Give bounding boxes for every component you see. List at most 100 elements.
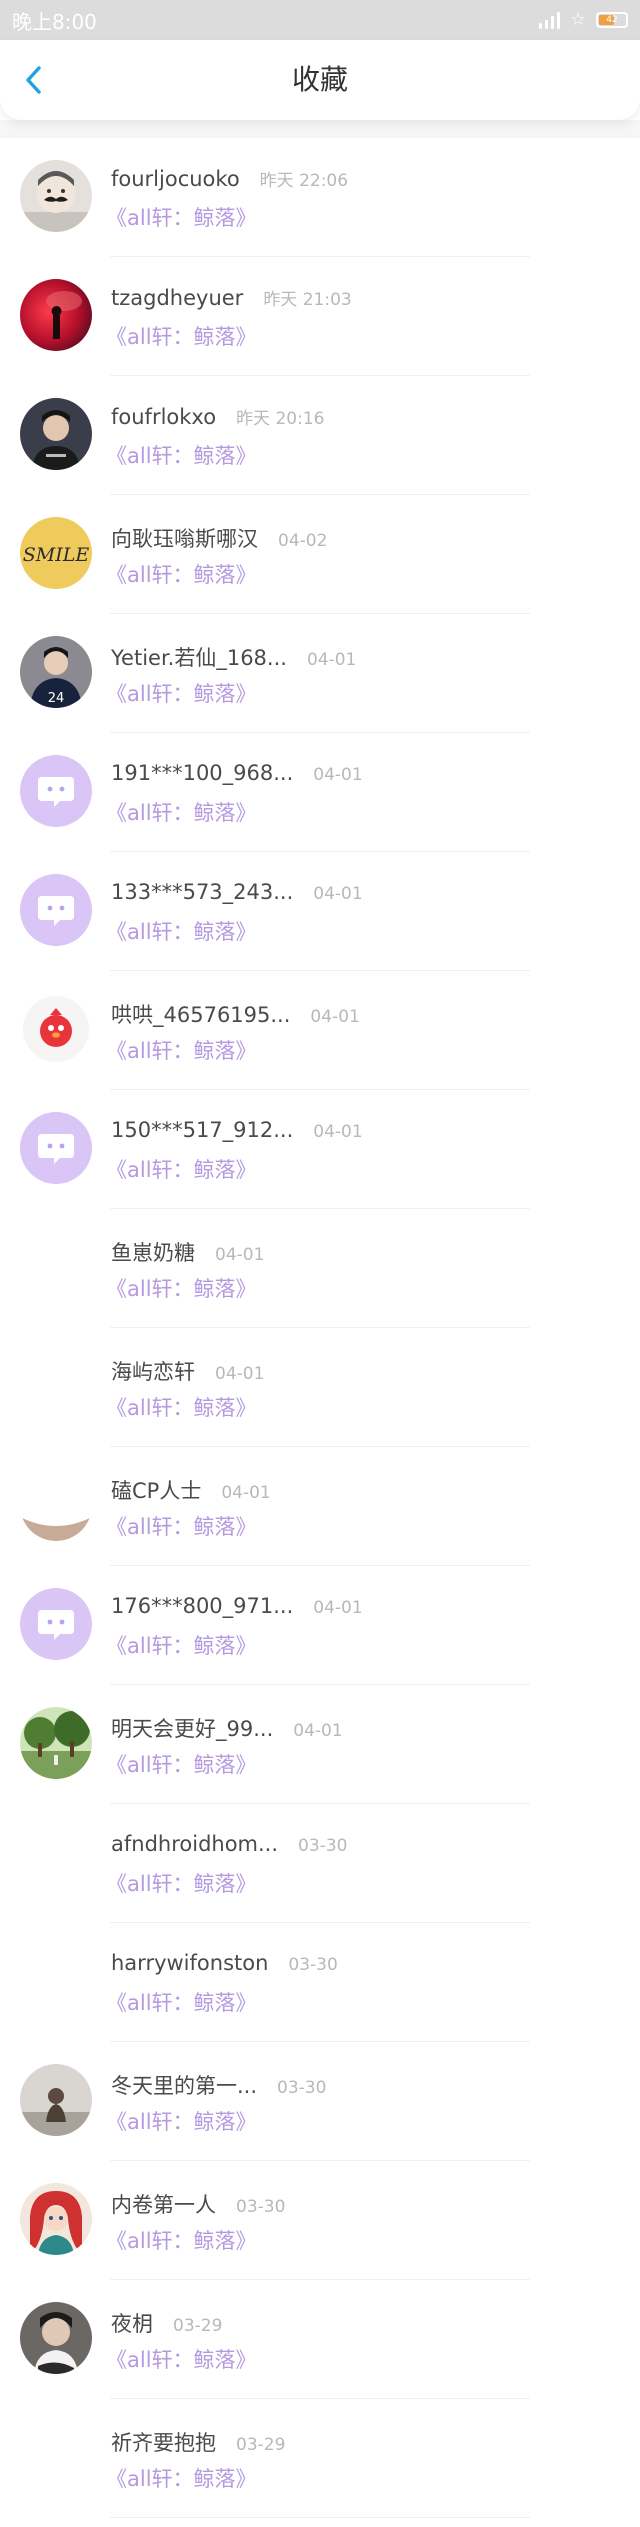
favorite-item[interactable]: 内卷第一人 03-30 《all轩：鲸落》 — [0, 2161, 640, 2280]
work-title[interactable]: 《all轩：鲸落》 — [106, 678, 257, 708]
work-title[interactable]: 《all轩：鲸落》 — [106, 797, 257, 827]
avatar[interactable] — [20, 1112, 92, 1184]
avatar[interactable] — [20, 160, 92, 232]
work-title[interactable]: 《all轩：鲸落》 — [106, 1511, 257, 1541]
work-title[interactable]: 《all轩：鲸落》 — [106, 916, 257, 946]
work-title[interactable]: 《all轩：鲸落》 — [106, 1987, 257, 2017]
item-header: 133***573_243... 04-01 — [111, 880, 363, 904]
item-header: 冬天里的第一... 03-30 — [111, 2070, 326, 2100]
timestamp: 04-01 — [313, 765, 363, 785]
item-header: harrywifonston 03-30 — [111, 1951, 338, 1975]
work-title[interactable]: 《all轩：鲸落》 — [106, 2463, 257, 2493]
timestamp: 03-29 — [173, 2316, 223, 2336]
avatar[interactable] — [20, 1826, 92, 1898]
username[interactable]: 向耿珏嗡斯哪汉 — [111, 523, 258, 553]
favorite-item[interactable]: afndhroidhom... 03-30 《all轩：鲸落》 — [0, 1804, 640, 1923]
avatar[interactable]: SMILE — [20, 517, 92, 589]
work-title[interactable]: 《all轩：鲸落》 — [106, 2225, 257, 2255]
avatar[interactable] — [20, 398, 92, 470]
item-header: foufrlokxo 昨天 20:16 — [111, 404, 324, 429]
favorite-item[interactable]: 明天会更好_99... 04-01 《all轩：鲸落》 — [0, 1685, 640, 1804]
username[interactable]: 明天会更好_99... — [111, 1713, 273, 1743]
avatar[interactable] — [20, 1469, 92, 1541]
work-title[interactable]: 《all轩：鲸落》 — [106, 1035, 257, 1065]
username[interactable]: harrywifonston — [111, 1951, 268, 1975]
avatar[interactable]: 24 — [20, 636, 92, 708]
username[interactable]: afndhroidhom... — [111, 1832, 278, 1856]
username[interactable]: 冬天里的第一... — [111, 2070, 257, 2100]
favorite-item[interactable]: 冬天里的第一... 03-30 《all轩：鲸落》 — [0, 2042, 640, 2161]
username[interactable]: 191***100_968... — [111, 761, 293, 785]
timestamp: 04-01 — [221, 1483, 271, 1503]
work-title[interactable]: 《all轩：鲸落》 — [106, 1630, 257, 1660]
avatar[interactable] — [20, 1707, 92, 1779]
work-title[interactable]: 《all轩：鲸落》 — [106, 1273, 257, 1303]
username[interactable]: foufrlokxo — [111, 405, 216, 429]
favorite-item[interactable]: 24 Yetier.若仙_168... 04-01 《all轩：鲸落》 — [0, 614, 640, 733]
work-title[interactable]: 《all轩：鲸落》 — [106, 440, 257, 470]
favorite-item[interactable]: 191***100_968... 04-01 《all轩：鲸落》 — [0, 733, 640, 852]
work-title[interactable]: 《all轩：鲸落》 — [106, 2106, 257, 2136]
username[interactable]: 哄哄_46576195... — [111, 999, 290, 1029]
page-title: 收藏 — [291, 63, 348, 96]
item-header: fourljocuoko 昨天 22:06 — [111, 166, 348, 191]
favorite-item[interactable]: 150***517_912... 04-01 《all轩：鲸落》 — [0, 1090, 640, 1209]
avatar[interactable] — [20, 1588, 92, 1660]
favorite-item[interactable]: 鱼崽奶糖 04-01 《all轩：鲸落》 — [0, 1209, 640, 1328]
work-title[interactable]: 《all轩：鲸落》 — [106, 1868, 257, 1898]
favorite-item[interactable]: SMILE 向耿珏嗡斯哪汉 04-02 《all轩：鲸落》 — [0, 495, 640, 614]
username[interactable]: Yetier.若仙_168... — [111, 642, 287, 672]
avatar[interactable] — [20, 2183, 92, 2255]
username[interactable]: 176***800_971... — [111, 1594, 293, 1618]
svg-text:SMILE: SMILE — [23, 544, 90, 566]
item-header: 鱼崽奶糖 04-01 — [111, 1237, 264, 1267]
favorite-item[interactable]: foufrlokxo 昨天 20:16 《all轩：鲸落》 — [0, 376, 640, 495]
username[interactable]: fourljocuoko — [111, 167, 240, 191]
item-header: 祈齐要抱抱 03-29 — [111, 2427, 285, 2457]
username[interactable]: 夜枂 — [111, 2308, 153, 2338]
username[interactable]: 磕CP人士 — [111, 1475, 201, 1505]
work-title[interactable]: 《all轩：鲸落》 — [106, 321, 257, 351]
username[interactable]: 133***573_243... — [111, 880, 293, 904]
username[interactable]: 内卷第一人 — [111, 2189, 216, 2219]
avatar[interactable] — [20, 755, 92, 827]
favorite-item[interactable]: 祈齐要抱抱 03-29 《all轩：鲸落》 — [0, 2399, 640, 2518]
username[interactable]: 海屿恋轩 — [111, 1356, 195, 1386]
avatar[interactable] — [20, 993, 92, 1065]
item-header: 哄哄_46576195... 04-01 — [111, 999, 360, 1029]
username[interactable]: 祈齐要抱抱 — [111, 2427, 216, 2457]
favorite-item[interactable]: 磕CP人士 04-01 《all轩：鲸落》 — [0, 1447, 640, 1566]
work-title[interactable]: 《all轩：鲸落》 — [106, 559, 257, 589]
avatar[interactable] — [20, 1945, 92, 2017]
favorite-item[interactable]: 133***573_243... 04-01 《all轩：鲸落》 — [0, 852, 640, 971]
avatar[interactable] — [20, 1231, 92, 1303]
avatar[interactable] — [20, 1350, 92, 1422]
favorite-item[interactable]: 夜枂 03-29 《all轩：鲸落》 — [0, 2280, 640, 2399]
avatar[interactable] — [20, 2302, 92, 2374]
item-header: 内卷第一人 03-30 — [111, 2189, 285, 2219]
work-title[interactable]: 《all轩：鲸落》 — [106, 1392, 257, 1422]
work-title[interactable]: 《all轩：鲸落》 — [106, 1154, 257, 1184]
favorite-item[interactable]: tzagdheyuer 昨天 21:03 《all轩：鲸落》 — [0, 257, 640, 376]
work-title[interactable]: 《all轩：鲸落》 — [106, 1749, 257, 1779]
work-title[interactable]: 《all轩：鲸落》 — [106, 202, 257, 232]
avatar[interactable] — [20, 279, 92, 351]
timestamp: 03-30 — [298, 1836, 348, 1856]
timestamp: 04-01 — [293, 1721, 343, 1741]
timestamp: 04-01 — [313, 1598, 363, 1618]
username[interactable]: tzagdheyuer — [111, 286, 243, 310]
favorite-item[interactable]: 176***800_971... 04-01 《all轩：鲸落》 — [0, 1566, 640, 1685]
work-title[interactable]: 《all轩：鲸落》 — [106, 2344, 257, 2374]
timestamp: 03-29 — [236, 2435, 286, 2455]
avatar[interactable] — [20, 2421, 92, 2493]
favorite-item[interactable]: 哄哄_46576195... 04-01 《all轩：鲸落》 — [0, 971, 640, 1090]
favorite-item[interactable]: 海屿恋轩 04-01 《all轩：鲸落》 — [0, 1328, 640, 1447]
item-header: 夜枂 03-29 — [111, 2308, 222, 2338]
favorite-item[interactable]: fourljocuoko 昨天 22:06 《all轩：鲸落》 — [0, 138, 640, 257]
username[interactable]: 150***517_912... — [111, 1118, 293, 1142]
avatar[interactable] — [20, 2064, 92, 2136]
item-header: afndhroidhom... 03-30 — [111, 1832, 347, 1856]
username[interactable]: 鱼崽奶糖 — [111, 1237, 195, 1267]
favorite-item[interactable]: harrywifonston 03-30 《all轩：鲸落》 — [0, 1923, 640, 2042]
avatar[interactable] — [20, 874, 92, 946]
